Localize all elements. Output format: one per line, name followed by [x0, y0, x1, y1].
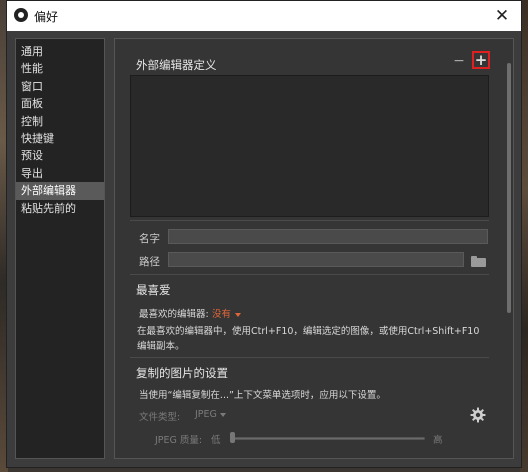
sidebar-list: 通用 性能 窗口 面板 控制 快捷键 预设 导出 外部编辑器 粘贴先前的	[16, 39, 104, 217]
chevron-down-icon	[235, 312, 242, 317]
quality-low-label: 低	[211, 435, 221, 446]
external-editor-panel: 外部编辑器定义 − + 名字 路径 最喜爱 最喜欢的编辑器: 没有 在最喜欢的编…	[114, 38, 514, 459]
gear-icon[interactable]	[470, 407, 486, 423]
sidebar-item[interactable]: 外部编辑器	[16, 182, 104, 200]
favorite-editor-value: 没有	[212, 309, 232, 320]
favorite-title: 最喜爱	[136, 283, 171, 297]
path-label: 路径	[139, 256, 160, 268]
sidebar-item[interactable]: 预设	[16, 147, 104, 164]
sidebar-item[interactable]: 性能	[16, 60, 104, 77]
copy-settings-title: 复制的图片的设置	[136, 366, 228, 380]
window-title: 偏好	[34, 10, 59, 24]
sidebar-item[interactable]: 通用	[16, 43, 104, 60]
remove-editor-button[interactable]: −	[452, 54, 466, 68]
sidebar-item[interactable]: 面板	[16, 95, 104, 112]
file-type-value: JPEG	[195, 409, 217, 420]
divider	[130, 220, 489, 221]
favorite-editor-dropdown[interactable]: 没有	[212, 306, 242, 320]
preferences-dialog: 偏好 ✕ 通用 性能 窗口 面板 控制 快捷键 预设 导出 外部编辑器 粘贴先前的 外部编辑器定义…	[6, 0, 522, 468]
copy-settings-note: 当使用“编辑复制在...”上下文菜单选项时，应用以下设置。	[139, 390, 386, 401]
divider	[130, 357, 489, 358]
sidebar-item[interactable]: 控制	[16, 113, 104, 130]
sidebar-item[interactable]: 导出	[16, 165, 104, 182]
favorite-description: 在最喜欢的编辑器中，使用Ctrl+F10，编辑选定的图像，或使用Ctrl+Shi…	[137, 326, 480, 352]
add-editor-button[interactable]: +	[472, 51, 490, 69]
quality-high-label: 高	[433, 435, 443, 446]
file-type-dropdown[interactable]: JPEG	[195, 409, 226, 420]
folder-icon[interactable]	[471, 256, 486, 267]
name-input[interactable]	[168, 229, 488, 244]
sidebar-item[interactable]: 窗口	[16, 78, 104, 95]
editor-list[interactable]	[130, 75, 489, 217]
preferences-sidebar: 通用 性能 窗口 面板 控制 快捷键 预设 导出 外部编辑器 粘贴先前的	[15, 38, 105, 459]
title-bar: 偏好 ✕	[7, 1, 521, 31]
path-input[interactable]	[168, 252, 464, 267]
external-editor-title: 外部编辑器定义	[136, 58, 217, 72]
app-logo-icon	[14, 8, 28, 22]
jpeg-quality-label: JPEG 质量:	[155, 435, 203, 446]
divider	[130, 274, 489, 275]
jpeg-quality-slider[interactable]	[232, 437, 425, 440]
scrollbar-thumb[interactable]	[507, 63, 511, 313]
file-type-label: 文件类型:	[139, 412, 181, 423]
slider-handle[interactable]	[230, 432, 235, 443]
favorite-editor-label: 最喜欢的编辑器:	[139, 309, 209, 320]
sidebar-item[interactable]: 快捷键	[16, 130, 104, 147]
chevron-down-icon	[219, 412, 226, 417]
close-button[interactable]: ✕	[491, 5, 513, 27]
sidebar-item[interactable]: 粘贴先前的	[16, 200, 104, 217]
scrollbar[interactable]	[507, 53, 511, 453]
name-label: 名字	[139, 233, 160, 245]
